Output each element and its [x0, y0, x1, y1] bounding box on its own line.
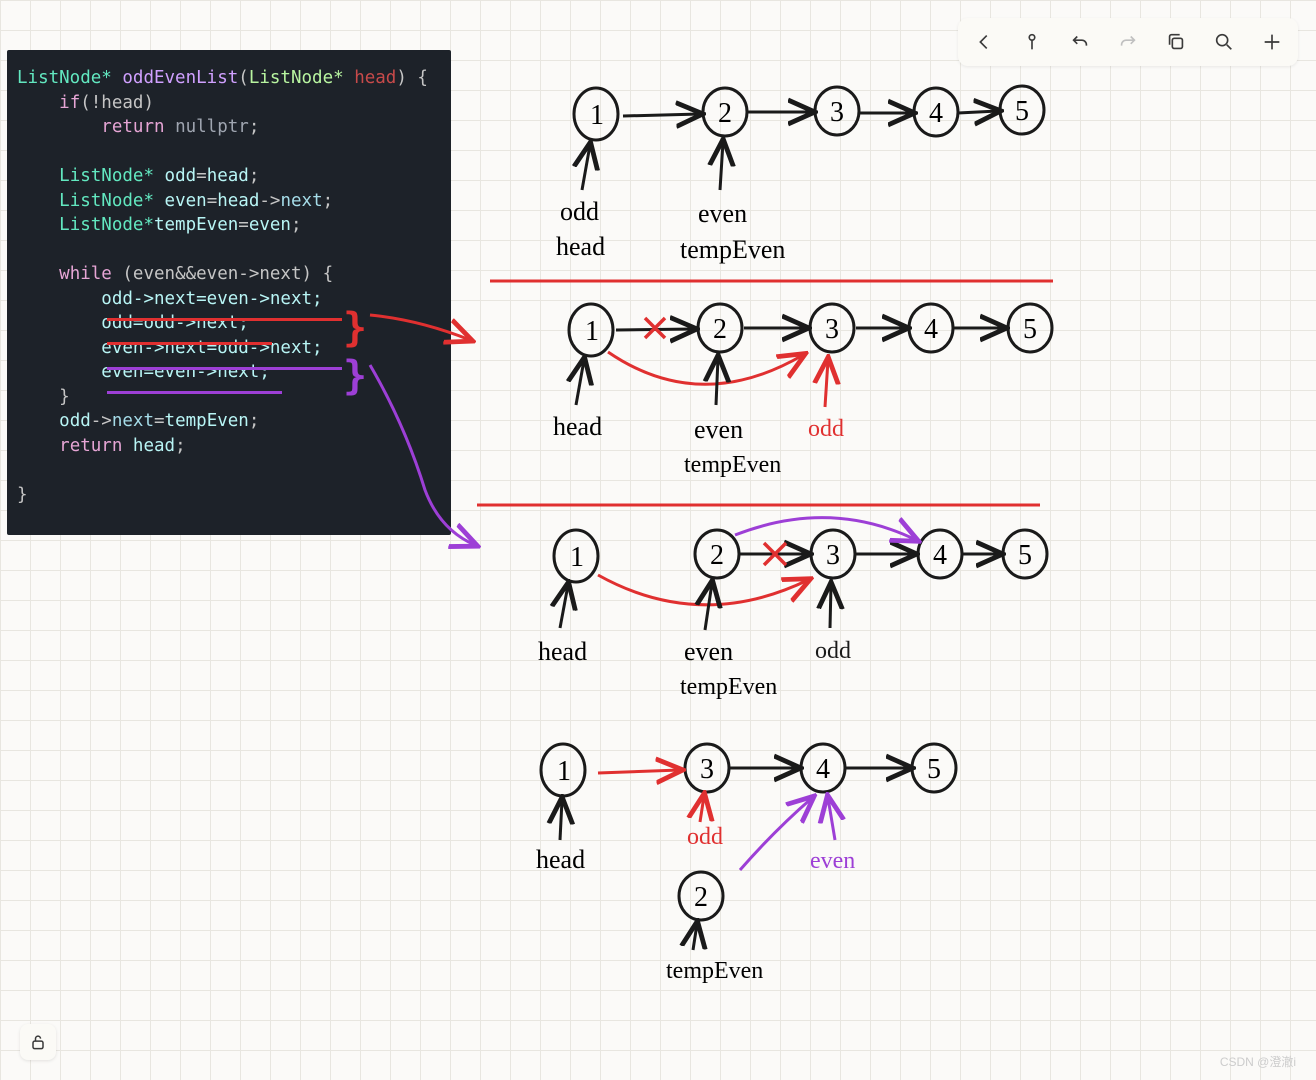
code-line-12: }: [17, 385, 441, 410]
red-underline-2: [107, 342, 272, 345]
code-line-1: ListNode* oddEvenList(ListNode* head) {: [17, 66, 441, 91]
undo-icon[interactable]: [1064, 26, 1096, 58]
purple-underline-1: [107, 367, 342, 370]
code-line-14: return head;: [17, 434, 441, 459]
code-line-11: even=even->next;: [17, 360, 441, 385]
code-line-7: while (even&&even->next) {: [17, 262, 441, 287]
code-line-9: odd=odd->next;: [17, 311, 441, 336]
code-screenshot: ListNode* oddEvenList(ListNode* head) { …: [7, 50, 451, 535]
code-line-6: ListNode*tempEven=even;: [17, 213, 441, 238]
code-line-10: even->next=odd->next;: [17, 336, 441, 361]
purple-underline-2: [107, 391, 282, 394]
purple-brace: }: [343, 348, 367, 404]
redo-icon[interactable]: [1112, 26, 1144, 58]
plus-icon[interactable]: [1256, 26, 1288, 58]
watermark-text: CSDN @澄澈i: [1220, 1053, 1296, 1070]
code-line-15: }: [17, 483, 441, 508]
code-line-13: odd->next=tempEven;: [17, 409, 441, 434]
red-underline-1: [107, 318, 342, 321]
code-line-8: odd->next=even->next;: [17, 287, 441, 312]
copy-icon[interactable]: [1160, 26, 1192, 58]
back-icon[interactable]: [968, 26, 1000, 58]
lock-button[interactable]: [20, 1024, 56, 1060]
code-line-2: if(!head): [17, 91, 441, 116]
search-icon[interactable]: [1208, 26, 1240, 58]
pin-icon[interactable]: [1016, 26, 1048, 58]
code-line-4: ListNode* odd=head;: [17, 164, 441, 189]
toolbar: [958, 18, 1298, 66]
code-line-5: ListNode* even=head->next;: [17, 189, 441, 214]
code-line-3: return nullptr;: [17, 115, 441, 140]
